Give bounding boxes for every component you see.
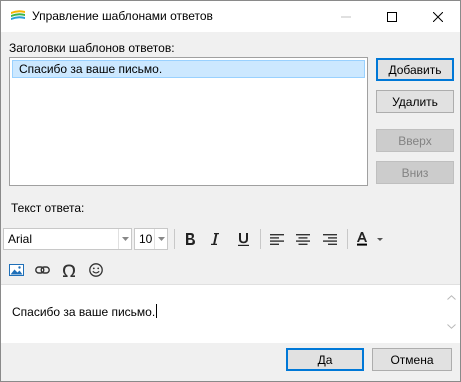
toolbar-divider <box>174 229 175 249</box>
list-item[interactable]: Спасибо за ваше письмо. <box>12 60 365 78</box>
emoji-icon <box>89 263 103 277</box>
insert-toolbar <box>1 257 460 284</box>
formatting-toolbar: Arial 10 <box>1 226 460 254</box>
insert-special-character-button[interactable] <box>58 259 80 281</box>
align-center-button[interactable] <box>292 228 314 250</box>
font-size-value: 10 <box>139 232 153 246</box>
app-logo-icon <box>10 9 26 23</box>
underline-button[interactable] <box>232 228 254 250</box>
italic-button[interactable] <box>204 228 226 250</box>
italic-icon <box>211 233 219 245</box>
chevron-down-icon <box>118 229 131 249</box>
font-name-value: Arial <box>8 232 33 246</box>
bold-button[interactable] <box>179 228 201 250</box>
font-size-select[interactable]: 10 <box>134 228 168 250</box>
insert-emoji-button[interactable] <box>85 259 107 281</box>
bold-icon <box>186 233 195 245</box>
align-right-button[interactable] <box>319 228 341 250</box>
maximize-icon <box>387 11 397 22</box>
reply-text-editor[interactable]: Спасибо за ваше письмо. <box>1 284 460 343</box>
align-center-icon <box>296 233 310 245</box>
align-left-icon <box>270 233 284 245</box>
title-bar: Управление шаблонами ответов <box>1 1 460 32</box>
toolbar-divider <box>347 229 348 249</box>
toolbar-divider <box>260 229 261 249</box>
underline-icon <box>237 232 249 246</box>
close-button[interactable] <box>415 1 461 32</box>
font-name-select[interactable]: Arial <box>3 228 132 250</box>
cancel-button[interactable]: Отмена <box>372 348 452 371</box>
text-color-button[interactable] <box>352 228 388 250</box>
text-color-icon <box>357 232 383 246</box>
minimize-icon <box>341 16 351 17</box>
chevron-down-icon <box>154 229 167 249</box>
align-right-icon <box>323 233 337 245</box>
template-manager-dialog: Управление шаблонами ответов Заголовки ш… <box>0 0 461 382</box>
maximize-button[interactable] <box>369 1 415 32</box>
delete-button[interactable]: Удалить <box>376 90 454 113</box>
minimize-button[interactable] <box>323 1 369 32</box>
editor-scrollbar[interactable] <box>444 289 458 341</box>
special-character-icon <box>63 264 75 277</box>
move-down-button[interactable]: Вниз <box>376 161 454 184</box>
dialog-footer: Да Отмена <box>1 343 460 381</box>
link-icon <box>34 266 50 274</box>
window-title: Управление шаблонами ответов <box>32 9 213 23</box>
insert-image-button[interactable] <box>5 259 27 281</box>
image-icon <box>8 264 24 276</box>
chevron-down-icon <box>447 324 456 329</box>
reply-text-label: Текст ответа: <box>11 201 85 215</box>
ok-button[interactable]: Да <box>286 348 364 371</box>
templates-list[interactable]: Спасибо за ваше письмо. <box>9 57 368 186</box>
templates-label: Заголовки шаблонов ответов: <box>9 41 175 55</box>
reply-text-content[interactable]: Спасибо за ваше письмо. <box>12 304 158 319</box>
align-left-button[interactable] <box>266 228 288 250</box>
insert-link-button[interactable] <box>31 259 53 281</box>
chevron-up-icon <box>447 295 456 300</box>
text-caret <box>156 304 158 318</box>
close-icon <box>433 11 443 22</box>
add-button[interactable]: Добавить <box>376 58 454 81</box>
move-up-button[interactable]: Вверх <box>376 129 454 152</box>
